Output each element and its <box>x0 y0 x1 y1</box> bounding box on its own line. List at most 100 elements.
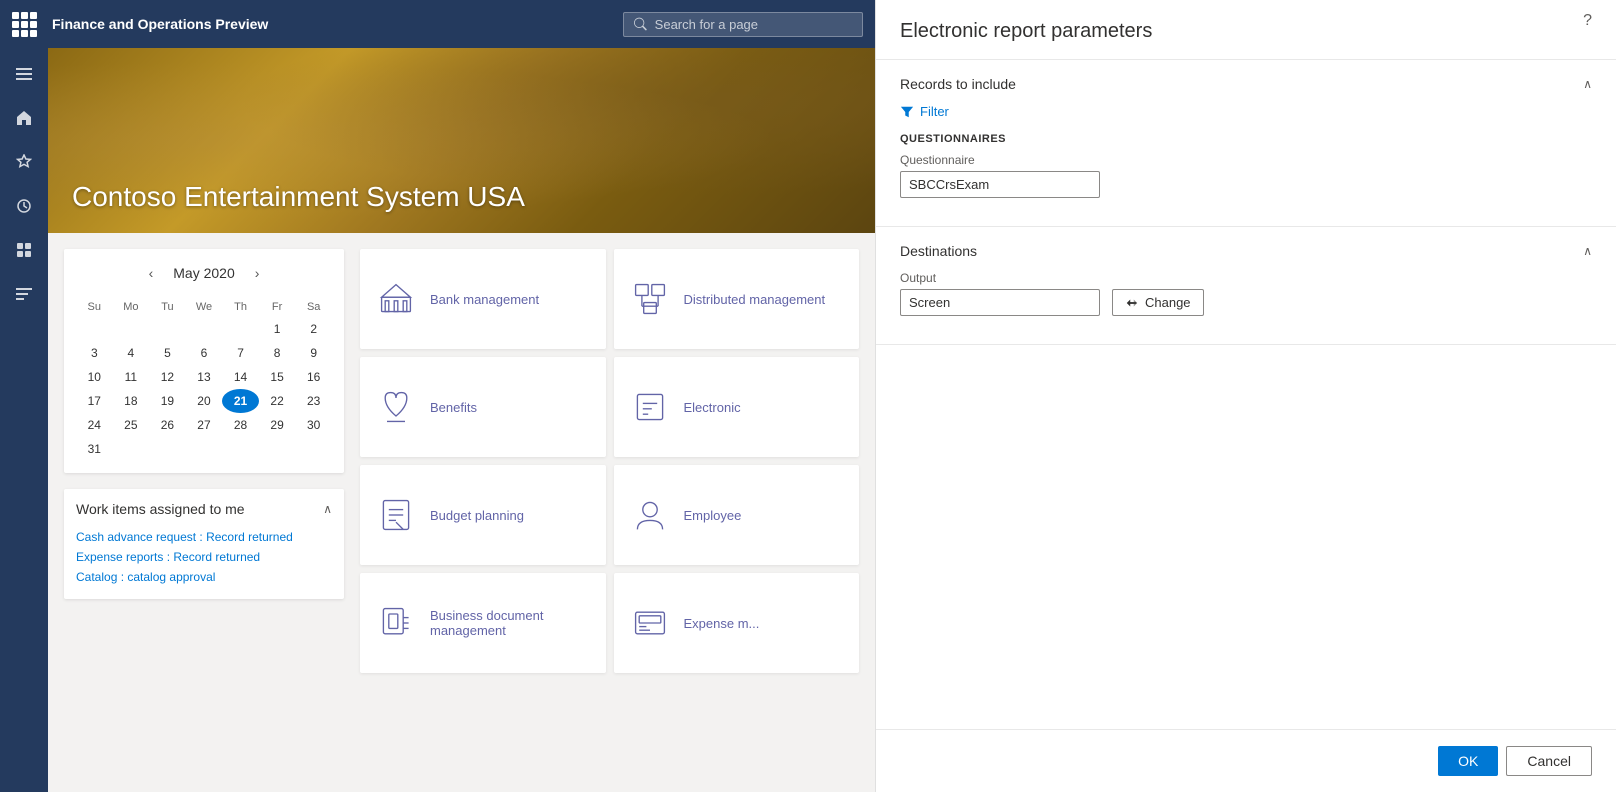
app-title: Finance and Operations Preview <box>52 16 607 32</box>
calendar-day[interactable]: 28 <box>222 413 259 437</box>
calendar-day[interactable]: 18 <box>113 389 150 413</box>
calendar-day[interactable]: 30 <box>295 413 332 437</box>
destinations-section-header: Destinations ∧ <box>900 243 1592 259</box>
calendar-day <box>259 437 296 461</box>
module-tile-bank-management[interactable]: Bank management <box>360 249 606 349</box>
modules-icon[interactable] <box>6 276 42 312</box>
favorites-icon[interactable] <box>6 144 42 180</box>
records-collapse-button[interactable]: ∧ <box>1583 77 1592 91</box>
calendar-day[interactable]: 13 <box>186 365 223 389</box>
module-tile-benefits[interactable]: Benefits <box>360 357 606 457</box>
panel-header: Electronic report parameters <box>876 0 1616 60</box>
calendar-day[interactable]: 19 <box>149 389 186 413</box>
calendar-day-header: We <box>186 297 223 317</box>
work-item-link[interactable]: Cash advance request : Record returned <box>76 527 332 547</box>
tile-label: Distributed management <box>684 292 826 307</box>
tile-label: Employee <box>684 508 742 523</box>
calendar-day <box>295 437 332 461</box>
calendar-day[interactable]: 14 <box>222 365 259 389</box>
search-bar[interactable] <box>623 12 863 37</box>
output-input[interactable] <box>900 289 1100 316</box>
workspaces-icon[interactable] <box>6 232 42 268</box>
home-icon[interactable] <box>6 100 42 136</box>
top-navigation: Finance and Operations Preview <box>0 0 875 48</box>
destinations-section-title: Destinations <box>900 243 977 259</box>
ok-button[interactable]: OK <box>1438 746 1498 776</box>
recent-icon[interactable] <box>6 188 42 224</box>
calendar-day[interactable]: 21 <box>222 389 259 413</box>
module-tile-expense-management[interactable]: Expense m... <box>614 573 860 673</box>
calendar-day <box>76 317 113 341</box>
work-item-link[interactable]: Expense reports : Record returned <box>76 547 332 567</box>
calendar-widget: ‹ May 2020 › SuMoTuWeThFrSa 123456789101… <box>64 249 344 473</box>
document-icon <box>376 603 416 643</box>
calendar-day[interactable]: 6 <box>186 341 223 365</box>
module-tile-electronic[interactable]: Electronic <box>614 357 860 457</box>
filter-icon <box>900 105 914 119</box>
filter-link[interactable]: Filter <box>900 104 1592 119</box>
destinations-collapse-button[interactable]: ∧ <box>1583 244 1592 258</box>
calendar-day[interactable]: 4 <box>113 341 150 365</box>
calendar-day[interactable]: 25 <box>113 413 150 437</box>
calendar-day[interactable]: 31 <box>76 437 113 461</box>
hamburger-menu-icon[interactable] <box>6 56 42 92</box>
calendar-day[interactable]: 26 <box>149 413 186 437</box>
output-row: Change <box>900 289 1592 316</box>
calendar-day[interactable]: 8 <box>259 341 296 365</box>
calendar-day <box>186 317 223 341</box>
calendar-day[interactable]: 24 <box>76 413 113 437</box>
module-tile-employee[interactable]: Employee <box>614 465 860 565</box>
calendar-day[interactable]: 2 <box>295 317 332 341</box>
calendar-day[interactable]: 23 <box>295 389 332 413</box>
calendar-day-header: Mo <box>113 297 150 317</box>
calendar-header: ‹ May 2020 › <box>76 261 332 285</box>
change-button[interactable]: Change <box>1112 289 1204 316</box>
distributed-icon <box>630 279 670 319</box>
calendar-day[interactable]: 17 <box>76 389 113 413</box>
calendar-day[interactable]: 12 <box>149 365 186 389</box>
work-items-section: Work items assigned to me ∧ Cash advance… <box>64 489 344 599</box>
calendar-day[interactable]: 15 <box>259 365 296 389</box>
calendar-day[interactable]: 29 <box>259 413 296 437</box>
work-items-header: Work items assigned to me ∧ <box>76 501 332 517</box>
tile-label: Bank management <box>430 292 539 307</box>
calendar-day[interactable]: 22 <box>259 389 296 413</box>
calendar-day[interactable]: 9 <box>295 341 332 365</box>
output-label: Output <box>900 271 1592 285</box>
help-icon[interactable]: ? <box>1583 12 1592 30</box>
work-items-list: Cash advance request : Record returnedEx… <box>76 527 332 587</box>
module-tile-business-document-management[interactable]: Business document management <box>360 573 606 673</box>
tile-label: Business document management <box>430 608 590 638</box>
benefits-icon <box>376 387 416 427</box>
change-icon <box>1125 296 1139 310</box>
module-tile-distributed-management[interactable]: Distributed management <box>614 249 860 349</box>
calendar-day[interactable]: 27 <box>186 413 223 437</box>
calendar-day[interactable]: 20 <box>186 389 223 413</box>
calendar-next-button[interactable]: › <box>247 261 268 285</box>
calendar-day[interactable]: 5 <box>149 341 186 365</box>
calendar-day <box>222 437 259 461</box>
calendar-day <box>113 437 150 461</box>
questionnaire-input[interactable] <box>900 171 1100 198</box>
calendar-day[interactable]: 1 <box>259 317 296 341</box>
search-input[interactable] <box>655 17 852 32</box>
records-section-title: Records to include <box>900 76 1016 92</box>
calendar-day-header: Th <box>222 297 259 317</box>
apps-grid-icon[interactable] <box>12 12 36 36</box>
search-icon <box>634 17 647 31</box>
calendar-prev-button[interactable]: ‹ <box>141 261 162 285</box>
hero-banner: Contoso Entertainment System USA <box>48 48 875 233</box>
calendar-day[interactable]: 10 <box>76 365 113 389</box>
work-item-link[interactable]: Catalog : catalog approval <box>76 567 332 587</box>
calendar-day[interactable]: 3 <box>76 341 113 365</box>
report-parameters-panel: Electronic report parameters Records to … <box>875 0 1616 792</box>
work-items-collapse-button[interactable]: ∧ <box>323 502 332 516</box>
panel-title: Electronic report parameters <box>900 20 1592 43</box>
module-tile-budget-planning[interactable]: Budget planning <box>360 465 606 565</box>
cancel-button[interactable]: Cancel <box>1506 746 1592 776</box>
calendar-day[interactable]: 11 <box>113 365 150 389</box>
calendar-day[interactable]: 7 <box>222 341 259 365</box>
calendar-day[interactable]: 16 <box>295 365 332 389</box>
records-section: Records to include ∧ Filter QUESTIONNAIR… <box>876 60 1616 227</box>
calendar-month-year: May 2020 <box>173 265 235 281</box>
